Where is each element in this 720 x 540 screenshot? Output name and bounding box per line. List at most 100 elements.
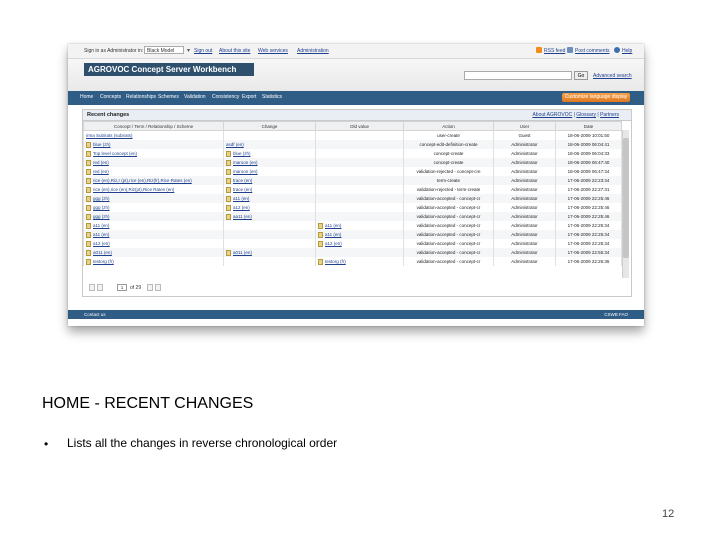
action-cell-text: validation-rejected - term-create bbox=[416, 187, 481, 192]
previous-page-button[interactable] bbox=[97, 284, 103, 291]
administration-link[interactable]: Administration bbox=[297, 48, 329, 54]
concept-cell-text[interactable]: ggg (zh) bbox=[93, 214, 110, 219]
old-value-cell: a11 (en) bbox=[315, 230, 404, 239]
concept-cell-text[interactable]: rice (en),rice (en),Riz(pt),Rice Rates (… bbox=[93, 187, 174, 192]
concept-cell-text[interactable]: a011 (en) bbox=[93, 250, 112, 255]
column-header-action[interactable]: Action bbox=[403, 121, 494, 131]
scrollbar-thumb[interactable] bbox=[623, 138, 629, 258]
menu-item-statistics[interactable]: Statistics bbox=[262, 94, 282, 100]
old-value-cell-text[interactable]: testorg (fr) bbox=[325, 259, 346, 264]
change-cell-text[interactable]: maroon (en) bbox=[233, 160, 258, 165]
change-cell-text[interactable]: a11 (en) bbox=[233, 196, 249, 201]
table-row[interactable]: a11 (en) a11 (en) validation-accepted - co… bbox=[83, 221, 622, 230]
old-value-cell-text[interactable]: a12 (en) bbox=[325, 241, 342, 246]
table-row[interactable]: ggg (zh) aa11 (en) validation-accepted - c… bbox=[83, 212, 622, 221]
first-page-button[interactable] bbox=[89, 284, 95, 291]
concept-cell-text[interactable]: Top level concept (en) bbox=[93, 151, 137, 156]
change-cell-text[interactable]: a011 (en) bbox=[233, 250, 252, 255]
concept-cell-text[interactable]: blue (zh) bbox=[93, 142, 111, 147]
column-header-old-value[interactable]: Old value bbox=[315, 121, 404, 131]
advanced-search-link[interactable]: Advanced search bbox=[593, 73, 632, 79]
concept-cell-text[interactable]: a12 (en) bbox=[93, 241, 110, 246]
concept-cell-text[interactable]: a11 (en) bbox=[93, 223, 109, 228]
concept-cell-text[interactable]: ggg (zh) bbox=[93, 196, 110, 201]
change-cell-text[interactable]: maroon (en) bbox=[233, 169, 258, 174]
menu-item-validation[interactable]: Validation bbox=[184, 94, 206, 100]
table-row[interactable]: red (en) maroon (en) validation-rejected -… bbox=[83, 167, 622, 176]
menu-item-export[interactable]: Export bbox=[242, 94, 256, 100]
column-header-date[interactable]: Date bbox=[555, 121, 622, 131]
go-button[interactable]: Go bbox=[574, 71, 588, 80]
table-row[interactable]: irma Subirats (subirats) user-create Guest… bbox=[83, 130, 622, 140]
user-cell: Administrator bbox=[493, 194, 556, 203]
menu-item-home[interactable]: Home bbox=[80, 94, 93, 100]
concept-cell-text[interactable]: red (en) bbox=[93, 169, 109, 174]
change-cell-text[interactable]: a12 (en) bbox=[233, 205, 250, 210]
vertical-scrollbar[interactable] bbox=[622, 130, 629, 278]
old-value-cell-text[interactable]: a11 (en) bbox=[325, 232, 341, 237]
post-comments-link[interactable]: Post comments bbox=[575, 48, 609, 54]
change-cell-text[interactable]: blue (zh) bbox=[233, 151, 251, 156]
bullet-symbol: • bbox=[44, 437, 49, 451]
table-row[interactable]: a12 (en) a12 (en) validation-accepted - co… bbox=[83, 239, 622, 248]
rss-icon[interactable] bbox=[536, 47, 542, 53]
help-icon[interactable] bbox=[614, 47, 620, 53]
old-value-cell-text[interactable]: a11 (en) bbox=[325, 223, 341, 228]
table-row[interactable]: rice (en),Riz,r (pt),rice (en),Riz(fr),R… bbox=[83, 176, 622, 185]
table-row[interactable]: a011 (en) a011 (en) validation-accepted - … bbox=[83, 248, 622, 257]
change-cell-text[interactable]: aa11 (en) bbox=[233, 214, 252, 219]
page-number-input[interactable]: 1 bbox=[117, 284, 127, 291]
column-header-concept[interactable]: Concept / Term / Relationship / Scheme bbox=[83, 121, 224, 131]
chevron-down-icon[interactable]: ▾ bbox=[187, 47, 190, 54]
change-cell-text[interactable]: trace (en) bbox=[233, 187, 252, 192]
user-cell-text: Administrator bbox=[511, 250, 538, 255]
table-row[interactable]: red (en) maroon (en) concept-create Adminis… bbox=[83, 158, 622, 167]
last-page-button[interactable] bbox=[155, 284, 161, 291]
table-row[interactable]: a11 (en) a11 (en) validation-accepted - co… bbox=[83, 230, 622, 239]
date-cell-text: 17-06-2009 22:25:34 bbox=[567, 223, 610, 228]
document-icon bbox=[226, 195, 231, 202]
date-cell-text: 18-06-2009 06:47:34 bbox=[567, 169, 610, 174]
table-row[interactable]: ggg (zh) a11 (en) validation-accepted - co… bbox=[83, 194, 622, 203]
menu-item-relationships[interactable]: Relationships bbox=[126, 94, 156, 100]
menu-item-consistency[interactable]: Consistency bbox=[212, 94, 239, 100]
menu-item-schemes[interactable]: Schemes bbox=[158, 94, 179, 100]
concept-cell-text[interactable]: rice (en),Riz,r (pt),rice (en),Riz(fr),R… bbox=[93, 178, 192, 183]
column-header-change[interactable]: Change bbox=[223, 121, 316, 131]
about-site-link[interactable]: About this site bbox=[219, 48, 250, 54]
glossary-link[interactable]: Glossary bbox=[576, 112, 596, 118]
rss-feed-link[interactable]: RSS feed bbox=[544, 48, 565, 54]
user-cell-text: Administrator bbox=[511, 169, 538, 174]
comment-icon[interactable] bbox=[567, 47, 573, 53]
sign-out-link[interactable]: Sign out bbox=[194, 48, 212, 54]
help-link[interactable]: Help bbox=[622, 48, 632, 54]
concept-cell-text[interactable]: irma Subirats (subirats) bbox=[86, 133, 133, 138]
menu-item-concepts[interactable]: Concepts bbox=[100, 94, 121, 100]
table-row[interactable]: testorg (fr) testorg (fr) validation-accep… bbox=[83, 257, 622, 266]
contact-us-link[interactable]: Contact us bbox=[84, 312, 106, 317]
old-value-cell: a11 (en) bbox=[315, 221, 404, 230]
web-services-link[interactable]: Web services bbox=[258, 48, 288, 54]
next-page-button[interactable] bbox=[147, 284, 153, 291]
model-select[interactable]: Black Model bbox=[144, 46, 184, 54]
search-input[interactable] bbox=[464, 71, 572, 80]
partners-link[interactable]: Partners bbox=[600, 112, 619, 118]
change-cell-text[interactable]: trace (en) bbox=[233, 178, 252, 183]
concept-cell-text[interactable]: testorg (fr) bbox=[93, 259, 114, 264]
action-cell: validation-accepted - concept-cr bbox=[403, 221, 494, 230]
action-cell: validation-accepted - concept-cr bbox=[403, 257, 494, 266]
about-agrovoc-link[interactable]: About AGROVOC bbox=[532, 112, 572, 118]
change-cell-text[interactable]: asdf (en) bbox=[226, 142, 244, 147]
concept-cell-text[interactable]: red (en) bbox=[93, 160, 109, 165]
document-icon bbox=[86, 159, 91, 166]
table-row[interactable]: rice (en),rice (en),Riz(pt),Rice Rates (… bbox=[83, 185, 622, 194]
concept-cell-text[interactable]: a11 (en) bbox=[93, 232, 109, 237]
table-row[interactable]: blue (zh) asdf (en) concept-edit-definitio… bbox=[83, 140, 622, 149]
column-header-user[interactable]: User bbox=[493, 121, 556, 131]
table-row[interactable]: ggg (zh) a12 (en) validation-accepted - co… bbox=[83, 203, 622, 212]
action-cell: validation-accepted - concept-cr bbox=[403, 230, 494, 239]
language-display-button[interactable]: Customize language display bbox=[562, 93, 630, 102]
user-cell: Administrator bbox=[493, 230, 556, 239]
concept-cell-text[interactable]: ggg (zh) bbox=[93, 205, 110, 210]
table-row[interactable]: Top level concept (en) blue (zh) concept-c… bbox=[83, 149, 622, 158]
